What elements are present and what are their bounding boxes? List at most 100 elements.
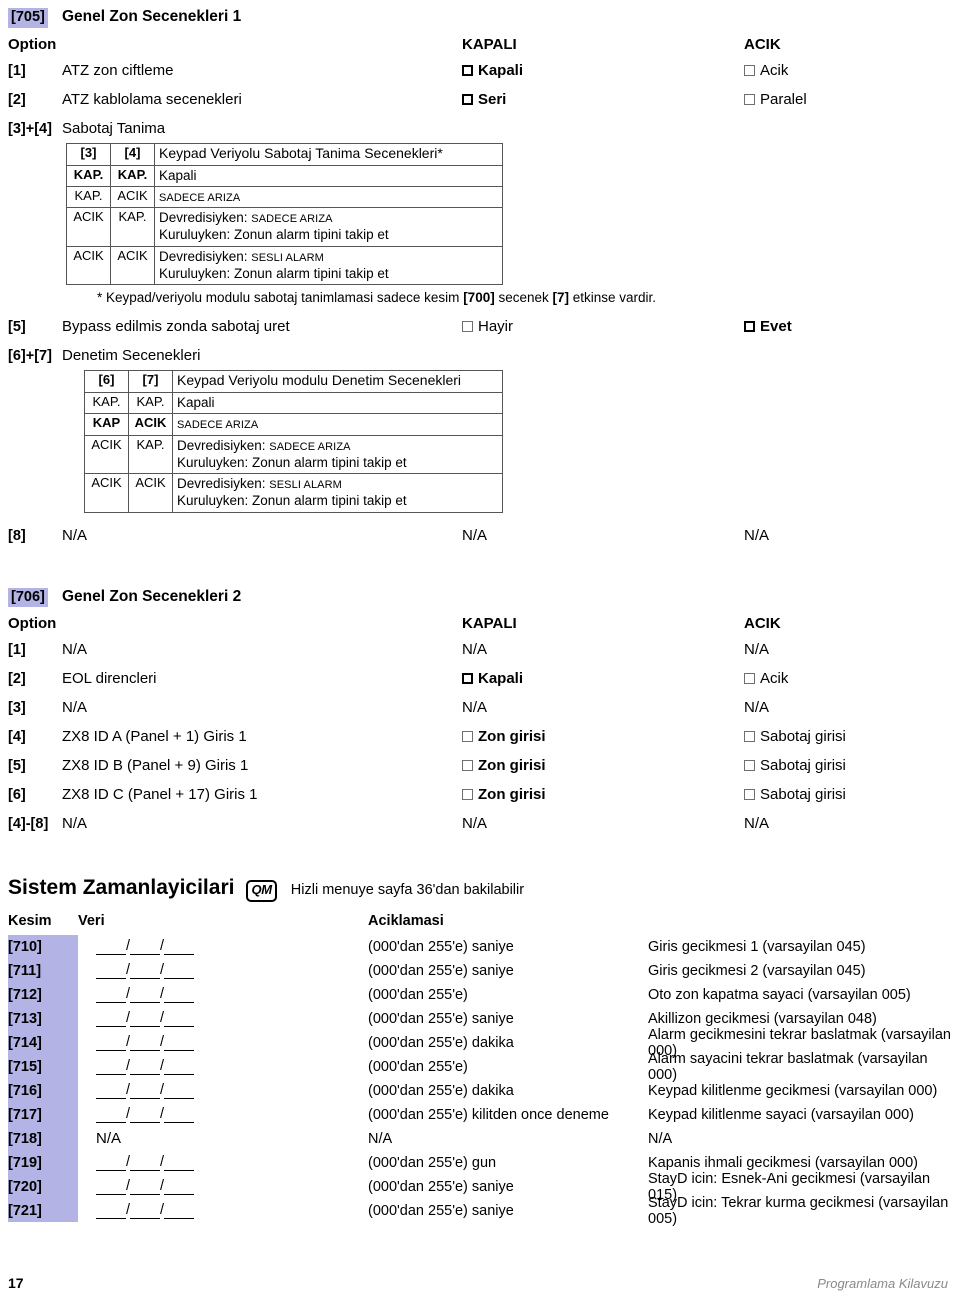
blank-3[interactable] xyxy=(164,1058,195,1076)
closed-706-3-checkbox[interactable] xyxy=(462,731,473,743)
sec706-header-kapali: KAPALI xyxy=(462,615,517,633)
blank-2[interactable] xyxy=(130,1154,161,1172)
open-706-4-checkbox[interactable] xyxy=(744,760,755,772)
open-706-5[interactable]: Sabotaj girisi xyxy=(744,786,846,803)
timer-blanks-3: / / xyxy=(78,1010,368,1028)
blank-3[interactable] xyxy=(164,962,195,980)
blank-3[interactable] xyxy=(164,1202,195,1220)
open-705-1-checkbox[interactable] xyxy=(744,93,755,105)
closed-706-4-checkbox[interactable] xyxy=(462,760,473,772)
subtable-denetim-header-col3: Keypad Veriyolu modulu Denetim Secenekle… xyxy=(172,370,503,394)
closed-706-5[interactable]: Zon girisi xyxy=(462,786,546,803)
blank-3[interactable] xyxy=(164,1034,195,1052)
closed-706-5-checkbox[interactable] xyxy=(462,789,473,801)
timer-description-6: Keypad kilitlenme gecikmesi (varsayilan … xyxy=(648,1082,938,1099)
open-706-3[interactable]: Sabotaj girisi xyxy=(744,728,846,745)
open-705-0[interactable]: Acik xyxy=(744,62,788,79)
timers-title-row: Sistem Zamanlayicilari QM Hizli menuye say… xyxy=(0,876,960,902)
blank-2[interactable] xyxy=(130,1058,161,1076)
open-705b-0[interactable]: Evet xyxy=(744,318,792,335)
blank-3[interactable] xyxy=(164,1178,195,1196)
blank-3[interactable] xyxy=(164,938,195,956)
document-page: [705] Genel Zon Secenekleri 1 Option KAPALI… xyxy=(0,0,960,1305)
blank-1[interactable] xyxy=(96,1106,126,1124)
blank-2[interactable] xyxy=(130,1010,161,1028)
closed-706-1[interactable]: Kapali xyxy=(462,670,523,687)
blank-1[interactable] xyxy=(96,1178,126,1196)
closed-706-1-checkbox[interactable] xyxy=(462,673,473,685)
blank-2[interactable] xyxy=(130,1202,161,1220)
closed-705b-0[interactable]: Hayir xyxy=(462,318,513,335)
timer-description-2: Oto zon kapatma sayaci (varsayilan 005) xyxy=(648,986,911,1003)
timer-blank-fields-7[interactable]: / / xyxy=(96,1106,195,1124)
option-description-706-0: N/A xyxy=(62,641,88,659)
subtable-sabotaj-header-col2: [4] xyxy=(110,142,155,166)
option-closed-705-0: Kapali xyxy=(462,62,744,79)
open-705c-0-value: N/A xyxy=(744,526,770,544)
timer-blank-fields-3[interactable]: / / xyxy=(96,1010,195,1028)
subtable-sabotaj-row3-line0-prefix: Devredisiyken: xyxy=(159,248,252,264)
open-705b-0-checkbox[interactable] xyxy=(744,321,755,333)
blank-1[interactable] xyxy=(96,1202,126,1220)
timer-blank-fields-2[interactable]: / / xyxy=(96,986,195,1004)
subtable-sabotaj-row3-desc: Devredisiyken: SESLI ALARM Kuruluyken: Zo… xyxy=(154,245,503,286)
subtable-sabotaj-header-row: [3] [4] Keypad Veriyolu Sabotaj Tanima Sec… xyxy=(66,142,503,166)
timers-title: Sistem Zamanlayicilari xyxy=(8,876,235,900)
timer-row: [721] / / (000'dan 255'e) saniye StayD ic… xyxy=(0,1195,960,1227)
timer-code-720: [720] xyxy=(8,1178,42,1195)
timer-blank-fields-0[interactable]: / / xyxy=(96,938,195,956)
blank-3[interactable] xyxy=(164,1106,195,1124)
blank-1[interactable] xyxy=(96,938,126,956)
blank-2[interactable] xyxy=(130,1082,161,1100)
blank-2[interactable] xyxy=(130,962,161,980)
blank-3[interactable] xyxy=(164,986,195,1004)
blank-1[interactable] xyxy=(96,1034,126,1052)
timer-blank-fields-1[interactable]: / / xyxy=(96,962,195,980)
open-705-0-checkbox[interactable] xyxy=(744,64,755,76)
option-row-706-0: [1] N/A N/A N/A xyxy=(0,641,960,658)
open-705-1[interactable]: Paralel xyxy=(744,91,807,108)
timer-veri-11: (000'dan 255'e) saniye xyxy=(368,1202,514,1219)
timer-blank-fields-6[interactable]: / / xyxy=(96,1082,195,1100)
closed-705b-0-checkbox[interactable] xyxy=(462,321,473,333)
subtable-denetim: [6] [7] Keypad Veriyolu modulu Denetim Sec… xyxy=(84,370,503,513)
option-description-705b-0: Bypass edilmis zonda sabotaj uret xyxy=(62,318,290,336)
option-description-705b-1: Denetim Secenekleri xyxy=(62,347,201,365)
blank-1[interactable] xyxy=(96,962,126,980)
open-706-4[interactable]: Sabotaj girisi xyxy=(744,757,846,774)
closed-705-0-checkbox[interactable] xyxy=(462,64,473,76)
open-706-1-checkbox[interactable] xyxy=(744,673,755,685)
open-706-1[interactable]: Acik xyxy=(744,670,788,687)
blank-1[interactable] xyxy=(96,1154,126,1172)
subtable-sabotaj-row3-line1: Kuruluyken: Zonun alarm tipini takip et xyxy=(159,265,498,282)
timer-blank-fields-10[interactable]: / / xyxy=(96,1178,195,1196)
closed-706-4[interactable]: Zon girisi xyxy=(462,757,546,774)
sec705-code-cell: [705] xyxy=(0,8,62,28)
blank-1[interactable] xyxy=(96,986,126,1004)
open-706-5-checkbox[interactable] xyxy=(744,789,755,801)
timer-code-714: [714] xyxy=(8,1034,42,1051)
closed-706-3[interactable]: Zon girisi xyxy=(462,728,546,745)
blank-1[interactable] xyxy=(96,1010,126,1028)
blank-3[interactable] xyxy=(164,1154,195,1172)
timer-code-712: [712] xyxy=(8,986,42,1003)
blank-1[interactable] xyxy=(96,1058,126,1076)
blank-3[interactable] xyxy=(164,1010,195,1028)
blank-2[interactable] xyxy=(130,938,161,956)
timer-blank-fields-9[interactable]: / / xyxy=(96,1154,195,1172)
blank-3[interactable] xyxy=(164,1082,195,1100)
timer-blank-fields-11[interactable]: / / xyxy=(96,1202,195,1220)
closed-705-1[interactable]: Seri xyxy=(462,91,506,108)
closed-705-1-checkbox[interactable] xyxy=(462,93,473,105)
blank-2[interactable] xyxy=(130,986,161,1004)
subtable-sabotaj-row2-line0-text: SADECE ARIZA xyxy=(251,213,333,226)
timer-blank-fields-5[interactable]: / / xyxy=(96,1058,195,1076)
blank-2[interactable] xyxy=(130,1178,161,1196)
open-706-3-checkbox[interactable] xyxy=(744,731,755,743)
blank-2[interactable] xyxy=(130,1106,161,1124)
section-705: [705] Genel Zon Secenekleri 1 Option KAPALI… xyxy=(0,0,960,544)
closed-705-0[interactable]: Kapali xyxy=(462,62,523,79)
timer-blank-fields-4[interactable]: / / xyxy=(96,1034,195,1052)
blank-2[interactable] xyxy=(130,1034,161,1052)
blank-1[interactable] xyxy=(96,1082,126,1100)
